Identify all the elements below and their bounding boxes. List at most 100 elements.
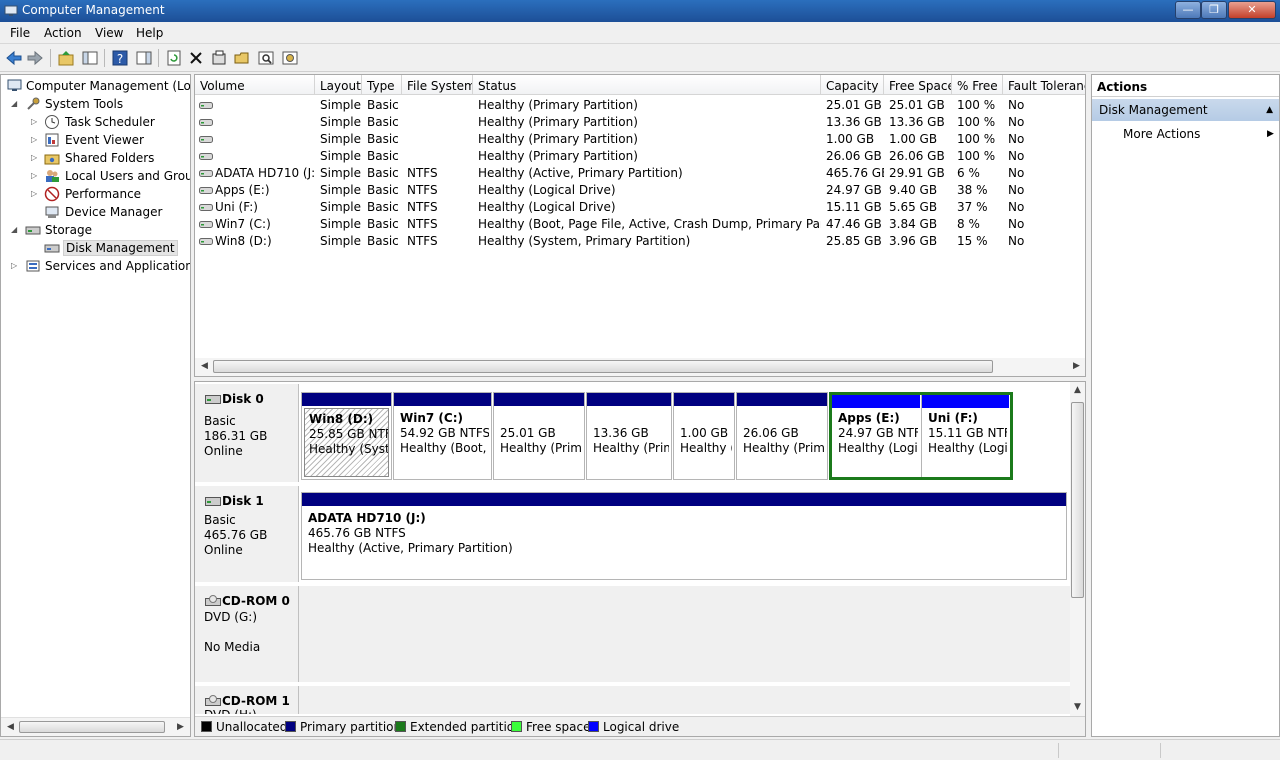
- expand-icon[interactable]: ▷: [31, 117, 40, 126]
- disk-info[interactable]: Disk 1 Basic 465.76 GB Online: [195, 486, 299, 582]
- expand-icon[interactable]: ▷: [31, 153, 40, 162]
- column-header-file-system[interactable]: File System: [402, 75, 473, 95]
- partition-unnamed-26gb[interactable]: 26.06 GB Healthy (Prima: [736, 392, 828, 480]
- scroll-down-icon[interactable]: ▼: [1074, 702, 1081, 712]
- disk-row-cdrom-1[interactable]: CD-ROM 1 DVD (H:): [195, 686, 1071, 716]
- up-folder-icon[interactable]: [56, 48, 76, 68]
- search-icon[interactable]: [256, 48, 276, 68]
- disk-view-vertical-scrollbar[interactable]: ▲ ▼: [1070, 382, 1085, 716]
- partition-apps-e[interactable]: Apps (E:) 24.97 GB NTFS Healthy (Logi: [832, 395, 920, 477]
- column-header-free-space[interactable]: Free Space: [884, 75, 952, 95]
- table-row[interactable]: Win7 (C:) Simple Basic NTFS Healthy (Boot, P…: [195, 216, 1085, 233]
- submenu-arrow-icon[interactable]: ▶: [1267, 129, 1274, 139]
- actions-section-disk-management[interactable]: Disk Management ▲: [1092, 99, 1279, 121]
- more-actions-link[interactable]: More Actions: [1123, 127, 1200, 141]
- tree-item-event-viewer[interactable]: ▷ Event Viewer: [1, 131, 190, 149]
- delete-icon[interactable]: [186, 48, 206, 68]
- collapse-up-icon[interactable]: ▲: [1266, 105, 1273, 115]
- tree-item-shared-folders[interactable]: ▷ Shared Folders: [1, 149, 190, 167]
- cell-capacity: 24.97 GB: [826, 183, 882, 197]
- tree-item-services-and-applications[interactable]: ▷ Services and Applications: [1, 257, 190, 275]
- column-header-status[interactable]: Status: [473, 75, 821, 95]
- scroll-left-icon[interactable]: ◀: [201, 361, 208, 371]
- collapse-icon[interactable]: ◢: [11, 225, 20, 234]
- disk-info[interactable]: Disk 0 Basic 186.31 GB Online: [195, 384, 299, 482]
- column-header-percent-free[interactable]: % Free: [952, 75, 1003, 95]
- table-row[interactable]: Simple Basic Healthy (Primary Partition) 1.…: [195, 131, 1085, 148]
- expand-icon[interactable]: ▷: [11, 261, 20, 270]
- cell-file-system: NTFS: [407, 183, 438, 197]
- tree-item-computer-management[interactable]: Computer Management (Local: [1, 77, 190, 95]
- disk-row-cdrom-0[interactable]: CD-ROM 0 DVD (G:) No Media: [195, 586, 1071, 684]
- column-header-volume[interactable]: Volume: [195, 75, 315, 95]
- disk-partition-area: ADATA HD710 (J:) 465.76 GB NTFS Healthy …: [299, 486, 1071, 582]
- tree-horizontal-scrollbar[interactable]: ◀ ▶: [1, 717, 190, 736]
- tree-item-local-users-and-groups[interactable]: ▷ Local Users and Groups: [1, 167, 190, 185]
- disk-info[interactable]: CD-ROM 1 DVD (H:): [195, 686, 299, 714]
- show-hide-action-pane-icon[interactable]: [134, 48, 154, 68]
- menu-view[interactable]: View: [95, 26, 123, 40]
- menu-file[interactable]: File: [10, 26, 30, 40]
- back-icon[interactable]: [4, 48, 24, 68]
- column-header-fault-tolerance[interactable]: Fault Tolerance: [1003, 75, 1085, 95]
- volume-list-horizontal-scrollbar[interactable]: ◀ ▶: [195, 358, 1085, 376]
- scroll-thumb[interactable]: [19, 721, 165, 733]
- disk-row-disk-1[interactable]: Disk 1 Basic 465.76 GB Online ADATA HD71…: [195, 486, 1071, 584]
- forward-icon[interactable]: [25, 48, 45, 68]
- cell-fault-tolerance: No: [1008, 200, 1025, 214]
- tree-item-performance[interactable]: ▷ Performance: [1, 185, 190, 203]
- column-header-layout[interactable]: Layout: [315, 75, 362, 95]
- properties-icon[interactable]: [209, 48, 229, 68]
- maximize-button[interactable]: ❐: [1201, 1, 1227, 19]
- scroll-thumb[interactable]: [213, 360, 993, 373]
- collapse-icon[interactable]: ◢: [11, 99, 20, 108]
- partition-unnamed-1gb[interactable]: 1.00 GB Healthy (: [673, 392, 735, 480]
- tree-item-task-scheduler[interactable]: ▷ Task Scheduler: [1, 113, 190, 131]
- cell-fault-tolerance: No: [1008, 183, 1025, 197]
- scroll-right-icon[interactable]: ▶: [177, 722, 184, 732]
- menu-help[interactable]: Help: [136, 26, 163, 40]
- tree-item-system-tools[interactable]: ◢ System Tools: [1, 95, 190, 113]
- settings-icon[interactable]: [280, 48, 300, 68]
- open-icon[interactable]: [232, 48, 252, 68]
- tree-item-device-manager[interactable]: Device Manager: [1, 203, 190, 221]
- menu-action[interactable]: Action: [44, 26, 82, 40]
- hard-disk-icon: [205, 395, 221, 404]
- cell-free-space: 3.84 GB: [889, 217, 938, 231]
- tree-item-storage[interactable]: ◢ Storage: [1, 221, 190, 239]
- cell-percent-free: 100 %: [957, 132, 996, 146]
- legend-free-space: Free space: [511, 720, 590, 734]
- scroll-thumb[interactable]: [1071, 402, 1084, 598]
- show-hide-tree-icon[interactable]: [80, 48, 100, 68]
- expand-icon[interactable]: ▷: [31, 189, 40, 198]
- close-button[interactable]: ✕: [1228, 1, 1276, 19]
- column-header-capacity[interactable]: Capacity: [821, 75, 884, 95]
- tree-item-disk-management[interactable]: Disk Management: [1, 239, 190, 257]
- disk-info[interactable]: CD-ROM 0 DVD (G:) No Media: [195, 586, 299, 682]
- table-row[interactable]: Simple Basic Healthy (Primary Partition) 25…: [195, 97, 1085, 114]
- partition-uni-f[interactable]: Uni (F:) 15.11 GB NTF Healthy (Logi: [921, 395, 1009, 477]
- table-row[interactable]: Simple Basic Healthy (Primary Partition) 13…: [195, 114, 1085, 131]
- partition-win7-c[interactable]: Win7 (C:) 54.92 GB NTFS Healthy (Boot, P: [393, 392, 492, 480]
- minimize-button[interactable]: —: [1175, 1, 1201, 19]
- partition-unnamed-13gb[interactable]: 13.36 GB Healthy (Prim: [586, 392, 672, 480]
- partition-unnamed-25gb[interactable]: 25.01 GB Healthy (Prima: [493, 392, 585, 480]
- partition-adata-hd710-j[interactable]: ADATA HD710 (J:) 465.76 GB NTFS Healthy …: [301, 492, 1067, 580]
- scroll-left-icon[interactable]: ◀: [7, 722, 14, 732]
- title-bar: Computer Management — ❐ ✕: [0, 0, 1280, 22]
- refresh-icon[interactable]: [164, 48, 184, 68]
- column-header-type[interactable]: Type: [362, 75, 402, 95]
- scroll-up-icon[interactable]: ▲: [1074, 385, 1081, 395]
- expand-icon[interactable]: ▷: [31, 171, 40, 180]
- disk-row-disk-0[interactable]: Disk 0 Basic 186.31 GB Online Win8 (D:) …: [195, 384, 1071, 484]
- table-row[interactable]: Simple Basic Healthy (Primary Partition) 26…: [195, 148, 1085, 165]
- partition-win8-d[interactable]: Win8 (D:) 25.85 GB NTFS Healthy (System: [301, 392, 392, 480]
- help-icon[interactable]: ?: [110, 48, 130, 68]
- legend-unallocated: Unallocated: [201, 720, 287, 734]
- expand-icon[interactable]: ▷: [31, 135, 40, 144]
- scroll-right-icon[interactable]: ▶: [1073, 361, 1080, 371]
- table-row[interactable]: Apps (E:) Simple Basic NTFS Healthy (Logical…: [195, 182, 1085, 199]
- table-row[interactable]: Win8 (D:) Simple Basic NTFS Healthy (System,…: [195, 233, 1085, 250]
- table-row[interactable]: ADATA HD710 (J:) Simple Basic NTFS Healthy (…: [195, 165, 1085, 182]
- table-row[interactable]: Uni (F:) Simple Basic NTFS Healthy (Logical …: [195, 199, 1085, 216]
